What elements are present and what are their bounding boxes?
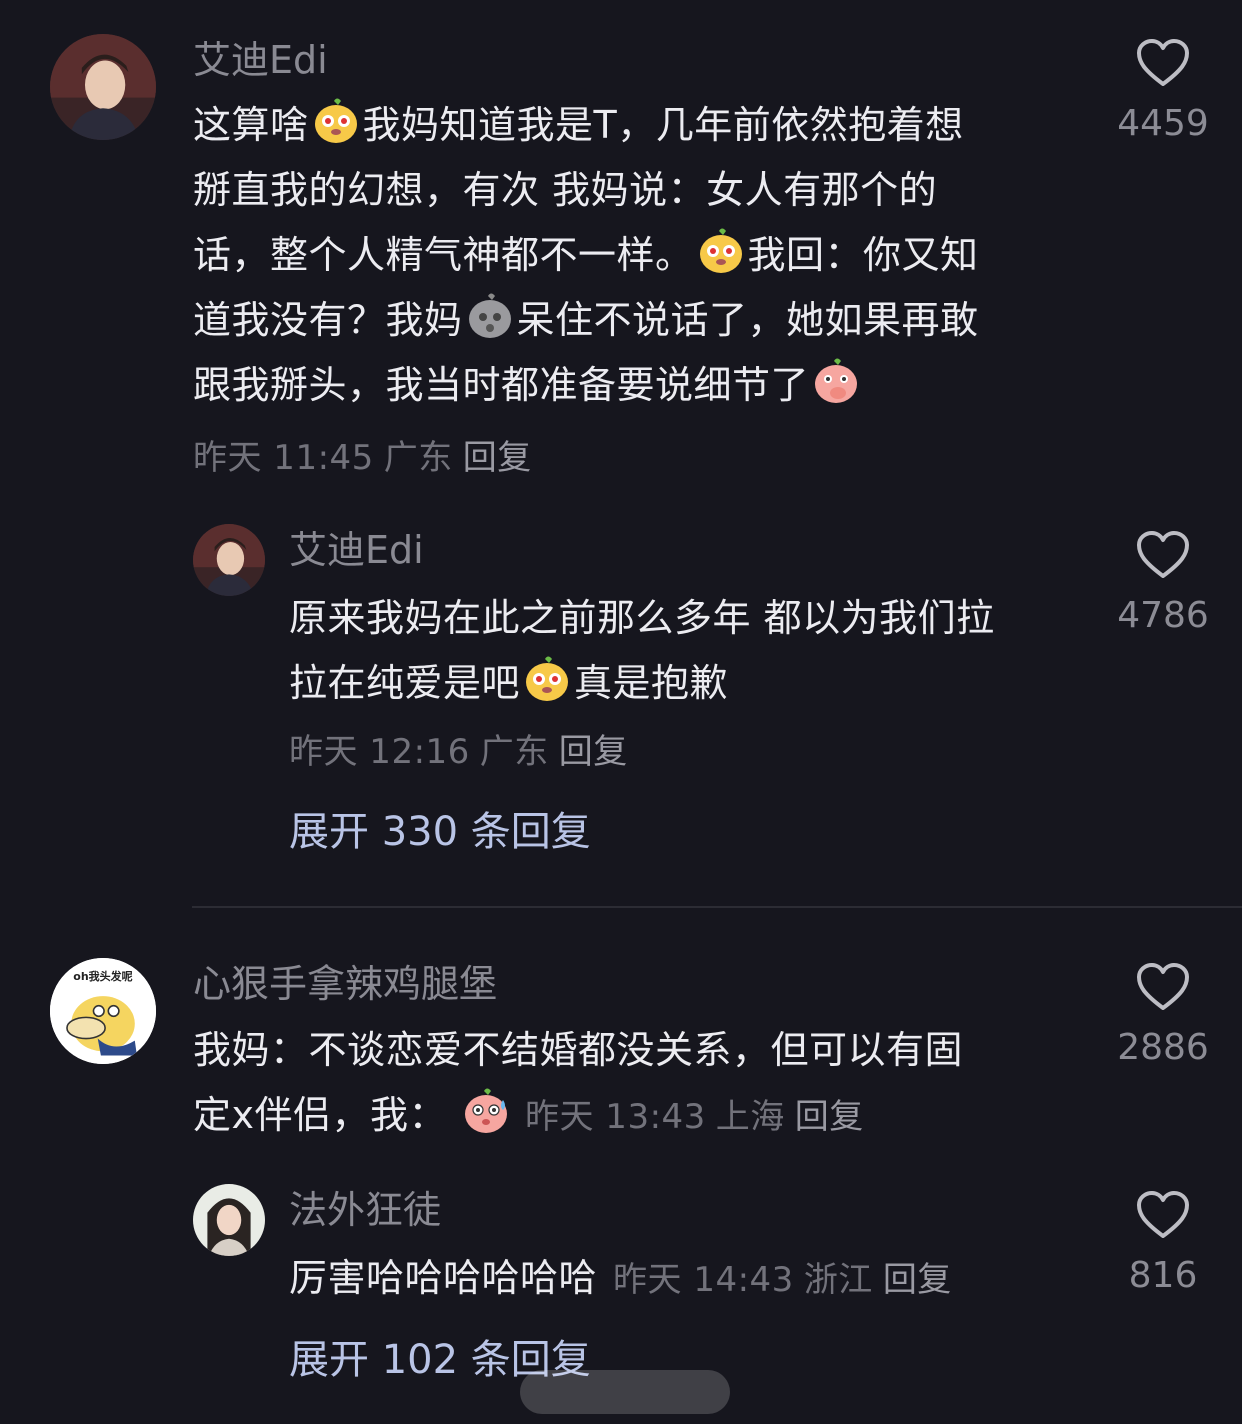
heart-icon — [1137, 531, 1189, 578]
reply-button[interactable]: 回复 — [559, 732, 628, 772]
reply-text-segment: 拉在纯爱是吧 — [289, 661, 521, 705]
expand-replies-button[interactable]: 展开 330 条回复 — [289, 806, 591, 858]
avatar[interactable] — [50, 34, 156, 140]
comment-time: 昨天 14:43 — [613, 1260, 794, 1300]
comment-text-segment: 定x伴侣，我： — [193, 1093, 447, 1137]
avatar[interactable] — [193, 1184, 265, 1256]
stunned-gray-emoji-icon — [465, 291, 515, 341]
smug-yellow-emoji-icon — [696, 226, 746, 276]
covering-mouth-pink-emoji-icon — [811, 356, 861, 406]
heart-icon — [1137, 39, 1189, 86]
reply-button[interactable]: 回复 — [463, 438, 532, 478]
heart-icon — [1137, 963, 1189, 1010]
comment-location: 广东 — [479, 732, 549, 772]
like-button[interactable]: 816 — [1108, 1190, 1218, 1298]
reply-button[interactable]: 回复 — [795, 1097, 864, 1137]
comment-time: 昨天 11:45 — [193, 438, 374, 478]
sweating-pink-emoji-icon — [461, 1086, 511, 1136]
smug-yellow-emoji-icon — [311, 96, 361, 146]
comment-text: 这算啥 我妈知道我是T，几年前依然抱着想 掰直我的幻想，有次 我妈说：女人有那个的… — [193, 93, 979, 418]
profile-photo-avatar-icon — [193, 1184, 265, 1256]
like-count: 2886 — [1117, 1027, 1209, 1068]
comment-text-segment: 我妈知道我是T，几年前依然抱着想 — [362, 103, 964, 147]
reply-meta: 昨天 12:16 广东 回复 — [289, 726, 628, 778]
comment-time: 昨天 12:16 — [289, 732, 470, 772]
comment-text-segment: 我回：你又知 — [747, 233, 979, 277]
avatar[interactable]: oh我头发呢 — [50, 958, 156, 1064]
avatar-caption: oh我头发呢 — [73, 970, 133, 983]
comment-text-line: 掰直我的幻想，有次 我妈说：女人有那个的 — [193, 168, 938, 212]
smug-yellow-emoji-icon — [522, 654, 572, 704]
reply-text-segment: 厉害哈哈哈哈哈哈 — [289, 1256, 598, 1300]
reply-text-line: 原来我妈在此之前那么多年 都以为我们拉 — [289, 596, 995, 640]
reply-button[interactable]: 回复 — [883, 1260, 952, 1300]
comment-text-segment: 话，整个人精气神都不一样。 — [193, 233, 694, 277]
comment-time: 昨天 13:43 — [525, 1097, 706, 1137]
comment-text-segment: 这算啥 — [193, 103, 309, 147]
comment-author[interactable]: 艾迪Edi — [193, 36, 328, 84]
profile-photo-avatar-icon — [50, 34, 156, 140]
avatar[interactable] — [193, 524, 265, 596]
comment-text-segment: 呆住不说话了，她如果再敢 — [516, 298, 979, 342]
comment-location: 上海 — [715, 1097, 785, 1137]
reply-author[interactable]: 法外狂徒 — [289, 1186, 441, 1234]
comment-text-segment: 道我没有？我妈 — [193, 298, 463, 342]
heart-icon — [1137, 1191, 1189, 1238]
comment-meta: 昨天 11:45 广东 回复 — [193, 432, 532, 484]
profile-photo-avatar-icon — [193, 524, 265, 596]
reply-author[interactable]: 艾迪Edi — [289, 526, 424, 574]
comment-text-line: 我妈：不谈恋爱不结婚都没关系，但可以有固 — [193, 1028, 964, 1072]
comment-text: 我妈：不谈恋爱不结婚都没关系，但可以有固 定x伴侣，我： 昨天 13:43 上海 回复 — [193, 1018, 963, 1150]
like-count: 816 — [1128, 1255, 1198, 1296]
reply-text-segment: 真是抱歉 — [574, 661, 729, 705]
comment-location: 广东 — [383, 438, 453, 478]
comment-author[interactable]: 心狠手拿辣鸡腿堡 — [193, 960, 497, 1008]
comment-text-segment: 跟我掰头，我当时都准备要说细节了 — [193, 363, 810, 407]
reply-text: 原来我妈在此之前那么多年 都以为我们拉 拉在纯爱是吧 真是抱歉 — [289, 586, 995, 716]
reply-text: 厉害哈哈哈哈哈哈 昨天 14:43 浙江 回复 — [289, 1246, 952, 1313]
watermark — [520, 1370, 730, 1414]
divider — [192, 906, 1242, 908]
like-button[interactable]: 2886 — [1108, 962, 1218, 1070]
like-button[interactable]: 4459 — [1108, 38, 1218, 146]
comment-location: 浙江 — [803, 1260, 873, 1300]
like-button[interactable]: 4786 — [1108, 530, 1218, 638]
like-count: 4786 — [1117, 595, 1209, 636]
like-count: 4459 — [1117, 103, 1209, 144]
